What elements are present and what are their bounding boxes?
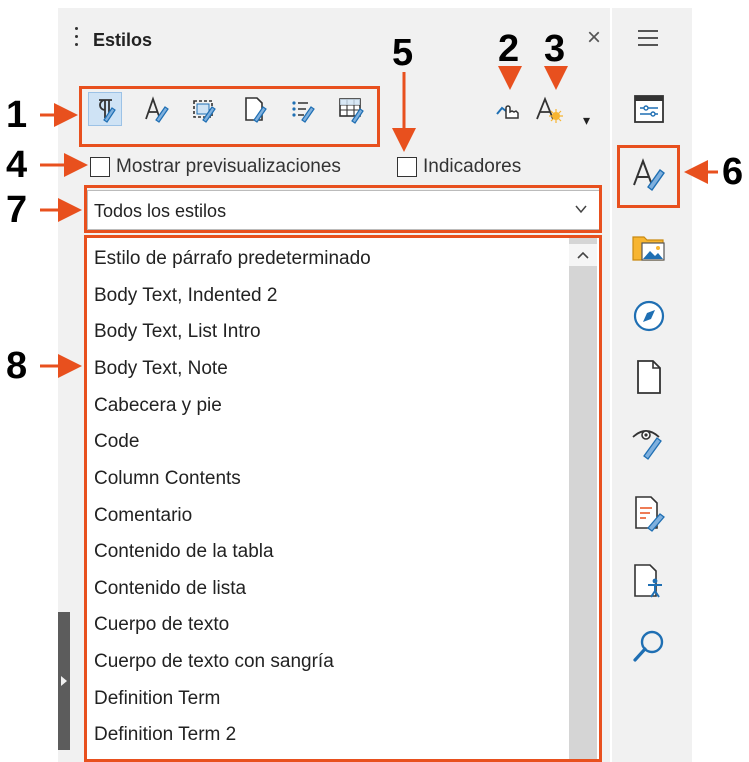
callout-5: 5 [392, 32, 414, 74]
new-style-button[interactable] [532, 92, 566, 126]
page-icon [637, 360, 661, 394]
sidebar-tab-find[interactable] [628, 626, 670, 668]
callout-6: 6 [722, 151, 744, 193]
callout-8: 8 [6, 345, 28, 387]
deck-grip-icon[interactable] [75, 27, 79, 53]
fill-format-mode-button[interactable] [491, 92, 525, 126]
callout-highlight-style-categories [79, 86, 380, 147]
properties-icon [634, 95, 664, 123]
callout-7: 7 [6, 189, 28, 231]
collapse-sidebar-handle[interactable] [58, 612, 70, 750]
new-style-dropdown-arrow[interactable]: ▾ [583, 112, 590, 129]
indicators-option[interactable]: Indicadores [397, 156, 521, 178]
close-deck-button[interactable]: × [587, 26, 601, 50]
show-previews-label: Mostrar previsualizaciones [116, 156, 341, 177]
sidebar-tab-navigator[interactable] [628, 295, 670, 337]
sidebar-tab-style-inspector[interactable] [628, 420, 670, 462]
collapse-arrow-icon [61, 676, 67, 686]
fill-format-mode-icon [496, 105, 519, 119]
accessibility-check-icon [634, 564, 662, 598]
sidebar-menu-button[interactable] [638, 30, 658, 51]
style-inspector-icon [632, 430, 662, 460]
gallery-icon [632, 236, 665, 261]
sidebar-tab-gallery[interactable] [628, 226, 670, 268]
callout-highlight-filter [84, 185, 602, 233]
callout-4: 4 [6, 144, 28, 186]
new-style-from-selection-icon [536, 96, 563, 123]
callout-highlight-styles-tab [617, 145, 680, 208]
manage-changes-icon [635, 496, 665, 532]
callout-3: 3 [544, 28, 566, 70]
show-previews-checkbox[interactable] [90, 157, 110, 177]
callout-2: 2 [498, 28, 520, 70]
sidebar-tab-page[interactable] [628, 356, 670, 398]
navigator-icon [633, 300, 665, 332]
deck-title: Estilos [93, 30, 153, 50]
indicators-label: Indicadores [423, 156, 522, 177]
callout-1: 1 [6, 94, 28, 136]
find-icon [633, 630, 664, 662]
sidebar-tab-properties[interactable] [628, 88, 670, 130]
sidebar-tab-manage-changes[interactable] [628, 492, 670, 534]
callout-highlight-list [84, 235, 602, 762]
show-previews-option[interactable]: Mostrar previsualizaciones [90, 156, 341, 178]
sidebar-tab-accessibility-check[interactable] [628, 560, 670, 602]
indicators-checkbox[interactable] [397, 157, 417, 177]
